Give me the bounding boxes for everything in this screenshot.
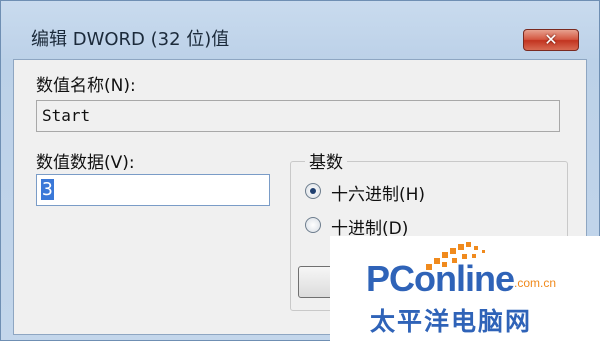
title-bar[interactable]: 编辑 DWORD (32 位)值 ✕	[1, 1, 599, 55]
brand-logo-text: PConline	[366, 258, 515, 300]
value-data-input[interactable]: 3	[36, 174, 270, 206]
value-name-field: Start	[36, 100, 560, 132]
window-title: 编辑 DWORD (32 位)值	[31, 29, 230, 50]
base-group-legend: 基数	[305, 148, 347, 173]
radio-button-icon	[305, 183, 321, 199]
pconline-watermark: PConline .com.cn 太平洋电脑网	[330, 236, 600, 341]
value-data-text: 3	[41, 179, 54, 200]
value-data-label: 数值数据(V):	[36, 153, 135, 173]
brand-domain: .com.cn	[514, 276, 557, 290]
brand-name: PConline	[366, 258, 515, 299]
close-button[interactable]: ✕	[523, 29, 579, 51]
radio-hexadecimal-label: 十六进制(H)	[331, 185, 426, 205]
brand-chinese-name: 太平洋电脑网	[370, 307, 533, 336]
close-icon: ✕	[544, 30, 558, 49]
value-name-label: 数值名称(N):	[36, 76, 136, 96]
radio-selected-dot	[310, 188, 316, 194]
radio-button-icon	[305, 217, 321, 233]
